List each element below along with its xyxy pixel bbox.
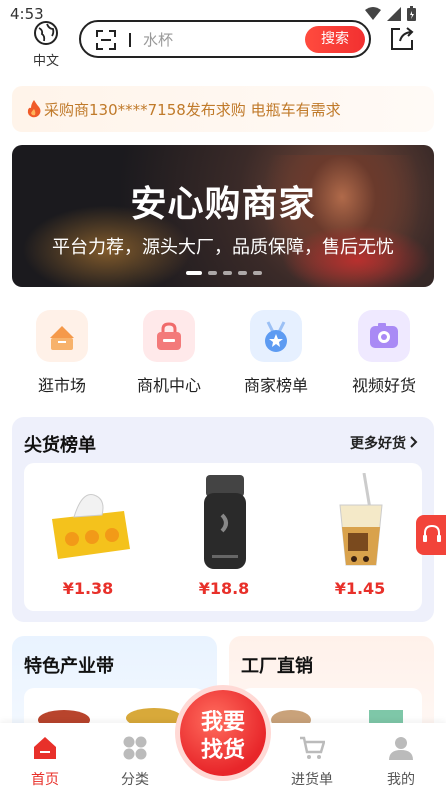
product-item[interactable]: ¥1.38 <box>28 473 148 598</box>
customer-service-button[interactable] <box>416 515 446 555</box>
banner-title: 安心购商家 <box>130 184 316 225</box>
entry-opportunity[interactable]: 商机中心 <box>119 307 219 396</box>
product-price: ¥1.45 <box>334 579 386 598</box>
tab-label: 我的 <box>387 772 415 788</box>
hot-list-title: 尖货榜单 <box>24 435 96 456</box>
product-item[interactable]: ¥18.8 <box>164 473 284 598</box>
category-icon <box>123 736 147 760</box>
bubble-tea-image <box>310 472 410 573</box>
banner-subtitle: 平台力荐，源头大厂，品质保障，售后无忧 <box>52 237 394 258</box>
search-bar[interactable]: 水杯 搜索 <box>79 20 371 58</box>
medal-icon <box>250 310 302 362</box>
tissue-pack-image <box>38 473 138 573</box>
entry-market[interactable]: 逛市场 <box>12 307 112 396</box>
wifi-icon <box>365 6 381 20</box>
product-price: ¥18.8 <box>198 579 250 598</box>
globe-icon <box>34 21 58 45</box>
product-item[interactable]: ¥1.45 <box>300 472 420 598</box>
cart-icon <box>300 736 326 759</box>
entry-label: 视频好货 <box>351 376 416 395</box>
profile-icon <box>389 737 413 760</box>
camera-icon <box>358 310 410 362</box>
tab-category[interactable]: 分类 <box>95 735 175 789</box>
carousel-indicator <box>186 271 262 275</box>
share-icon[interactable] <box>388 24 416 52</box>
text-caret <box>129 33 131 47</box>
search-button[interactable]: 搜索 <box>305 26 365 53</box>
carousel-dot <box>208 271 217 275</box>
tab-label: 分类 <box>121 772 149 788</box>
promo-banner[interactable]: 安心购商家 平台力荐，源头大厂，品质保障，售后无忧 <box>12 145 434 287</box>
fire-icon <box>27 100 41 118</box>
scan-icon[interactable] <box>95 29 117 51</box>
electric-shaver-image <box>174 473 274 573</box>
find-goods-button[interactable]: 我要 找货 <box>180 690 266 776</box>
section-title: 工厂直销 <box>241 656 313 677</box>
product-price: ¥1.38 <box>62 579 114 598</box>
carousel-dot <box>238 271 247 275</box>
entry-label: 商家榜单 <box>243 376 308 395</box>
hot-products-card: ¥1.38 ¥18.8 ¥1.45 <box>24 463 422 611</box>
tab-cart[interactable]: 进货单 <box>272 735 352 789</box>
hot-products-section: 尖货榜单 更多好货 ¥1.38 ¥18.8 ¥1.45 <box>12 417 434 622</box>
briefcase-icon <box>143 310 195 362</box>
language-switch[interactable]: 中文 <box>28 20 64 69</box>
find-goods-line2: 找货 <box>200 738 245 763</box>
tab-profile[interactable]: 我的 <box>361 735 441 789</box>
search-placeholder[interactable]: 水杯 <box>143 29 173 50</box>
carousel-dot <box>186 271 202 275</box>
tab-home[interactable]: 首页 <box>5 735 85 789</box>
entry-ranking[interactable]: 商家榜单 <box>226 307 326 396</box>
entry-label: 逛市场 <box>37 376 86 395</box>
entry-video[interactable]: 视频好货 <box>334 307 434 396</box>
carousel-dot <box>223 271 232 275</box>
signal-icon <box>387 6 401 21</box>
headset-icon <box>423 524 441 542</box>
system-icons <box>365 6 416 21</box>
quick-entries: 逛市场 商机中心 商家榜单 视频好货 <box>12 307 434 397</box>
battery-icon <box>407 6 416 21</box>
entry-label: 商机中心 <box>136 376 201 395</box>
tab-label: 首页 <box>31 772 59 788</box>
more-label: 更多好货 <box>350 436 406 452</box>
more-products-link[interactable]: 更多好货 <box>350 433 418 453</box>
tab-label: 进货单 <box>291 772 333 788</box>
purchase-notice[interactable]: 采购商130****7158发布求购 电瓶车有需求 <box>12 86 434 132</box>
market-icon <box>36 310 88 362</box>
section-title: 特色产业带 <box>24 656 114 677</box>
home-icon <box>34 737 56 759</box>
carousel-dot <box>253 271 262 275</box>
notice-text: 采购商130****7158发布求购 电瓶车有需求 <box>44 101 341 119</box>
language-label: 中文 <box>32 54 59 69</box>
chevron-right-icon <box>410 436 418 448</box>
